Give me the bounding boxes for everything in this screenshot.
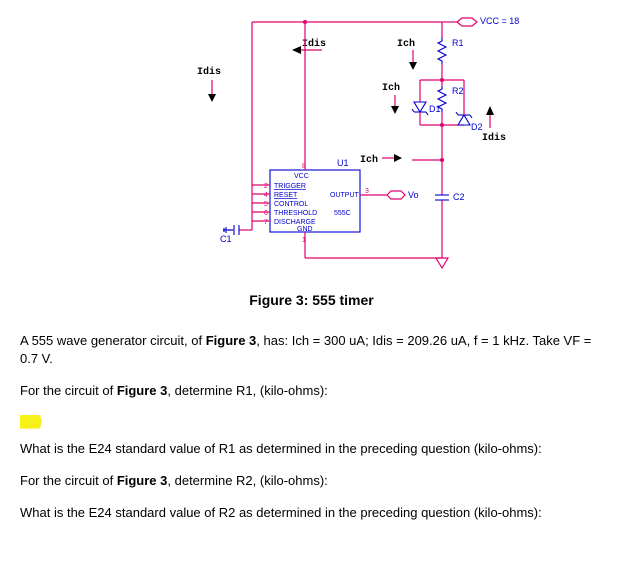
svg-text:Ich: Ich: [397, 38, 415, 50]
q1-fig: Figure 3: [117, 383, 168, 398]
q3-pre: For the circuit of: [20, 473, 117, 488]
ich-mid-arrow: Ich: [382, 82, 400, 114]
q3-fig: Figure 3: [117, 473, 168, 488]
idis-left-arrow: Idis: [197, 66, 221, 102]
svg-text:DISCHARGE: DISCHARGE: [274, 219, 316, 226]
svg-text:Ich: Ich: [382, 82, 400, 94]
c2-label: C2: [453, 192, 465, 202]
vo-label: Vo: [408, 190, 419, 200]
svg-text:Idis: Idis: [302, 38, 326, 50]
svg-text:5: 5: [264, 201, 268, 208]
svg-text:THRESHOLD: THRESHOLD: [274, 210, 317, 217]
ground-icon: [305, 235, 448, 268]
r2-label: R2: [452, 86, 464, 96]
para1-pre: A 555 wave generator circuit, of: [20, 333, 206, 348]
r1-label: R1: [452, 38, 464, 48]
capacitor-c2: C2: [435, 175, 465, 235]
d1-label: D1: [429, 104, 441, 114]
question-3: For the circuit of Figure 3, determine R…: [20, 472, 603, 490]
svg-text:4: 4: [264, 192, 268, 199]
question-1: For the circuit of Figure 3, determine R…: [20, 382, 603, 400]
svg-text:Idis: Idis: [197, 66, 221, 78]
q1-post: , determine R1, (kilo-ohms):: [167, 383, 327, 398]
svg-text:6: 6: [264, 210, 268, 217]
svg-text:2: 2: [264, 183, 268, 190]
u1-part: 555C: [334, 210, 351, 217]
ich-top-arrow: Ich: [397, 38, 417, 70]
svg-text:Idis: Idis: [482, 132, 506, 144]
highlight-marker-icon: [20, 415, 42, 429]
svg-text:RESET: RESET: [274, 192, 298, 199]
resistor-r2: R2: [438, 86, 464, 112]
figure-caption: Figure 3: 555 timer: [20, 292, 603, 308]
svg-text:7: 7: [264, 219, 268, 226]
vcc-probe: VCC = 18 V: [457, 16, 522, 26]
d2-label: D2: [471, 122, 483, 132]
diode-d1: D1: [412, 80, 442, 115]
svg-text:3: 3: [365, 188, 369, 195]
c1-label: C1: [220, 234, 232, 244]
svg-text:VCC: VCC: [294, 173, 309, 180]
question-4: What is the E24 standard value of R2 as …: [20, 504, 603, 522]
idis-top-arrow: Idis: [292, 38, 326, 54]
vo-probe: Vo: [387, 190, 419, 200]
resistor-r1: R1: [438, 38, 464, 64]
ic-555: U1 VCC TRIGGER RESET OUTPUT CONTROL THRE…: [264, 158, 369, 244]
ich-right-arrow: Ich: [360, 154, 402, 166]
svg-text:TRIGGER: TRIGGER: [274, 183, 306, 190]
q3-post: , determine R2, (kilo-ohms):: [167, 473, 327, 488]
question-2: What is the E24 standard value of R1 as …: [20, 440, 603, 458]
problem-statement: A 555 wave generator circuit, of Figure …: [20, 332, 603, 368]
idis-right-arrow: Idis: [482, 106, 506, 144]
svg-text:GND: GND: [297, 226, 313, 233]
para1-fig: Figure 3: [206, 333, 257, 348]
capacitor-c1: C1: [220, 225, 252, 244]
u1-label: U1: [337, 158, 349, 168]
svg-text:CONTROL: CONTROL: [274, 201, 308, 208]
q1-pre: For the circuit of: [20, 383, 117, 398]
vcc-label: VCC = 18 V: [480, 16, 522, 26]
svg-text:OUTPUT: OUTPUT: [330, 192, 360, 199]
circuit-diagram: VCC = 18 V R1 Ich Idis Idis R2 Ich: [102, 10, 522, 280]
svg-text:Ich: Ich: [360, 154, 378, 166]
